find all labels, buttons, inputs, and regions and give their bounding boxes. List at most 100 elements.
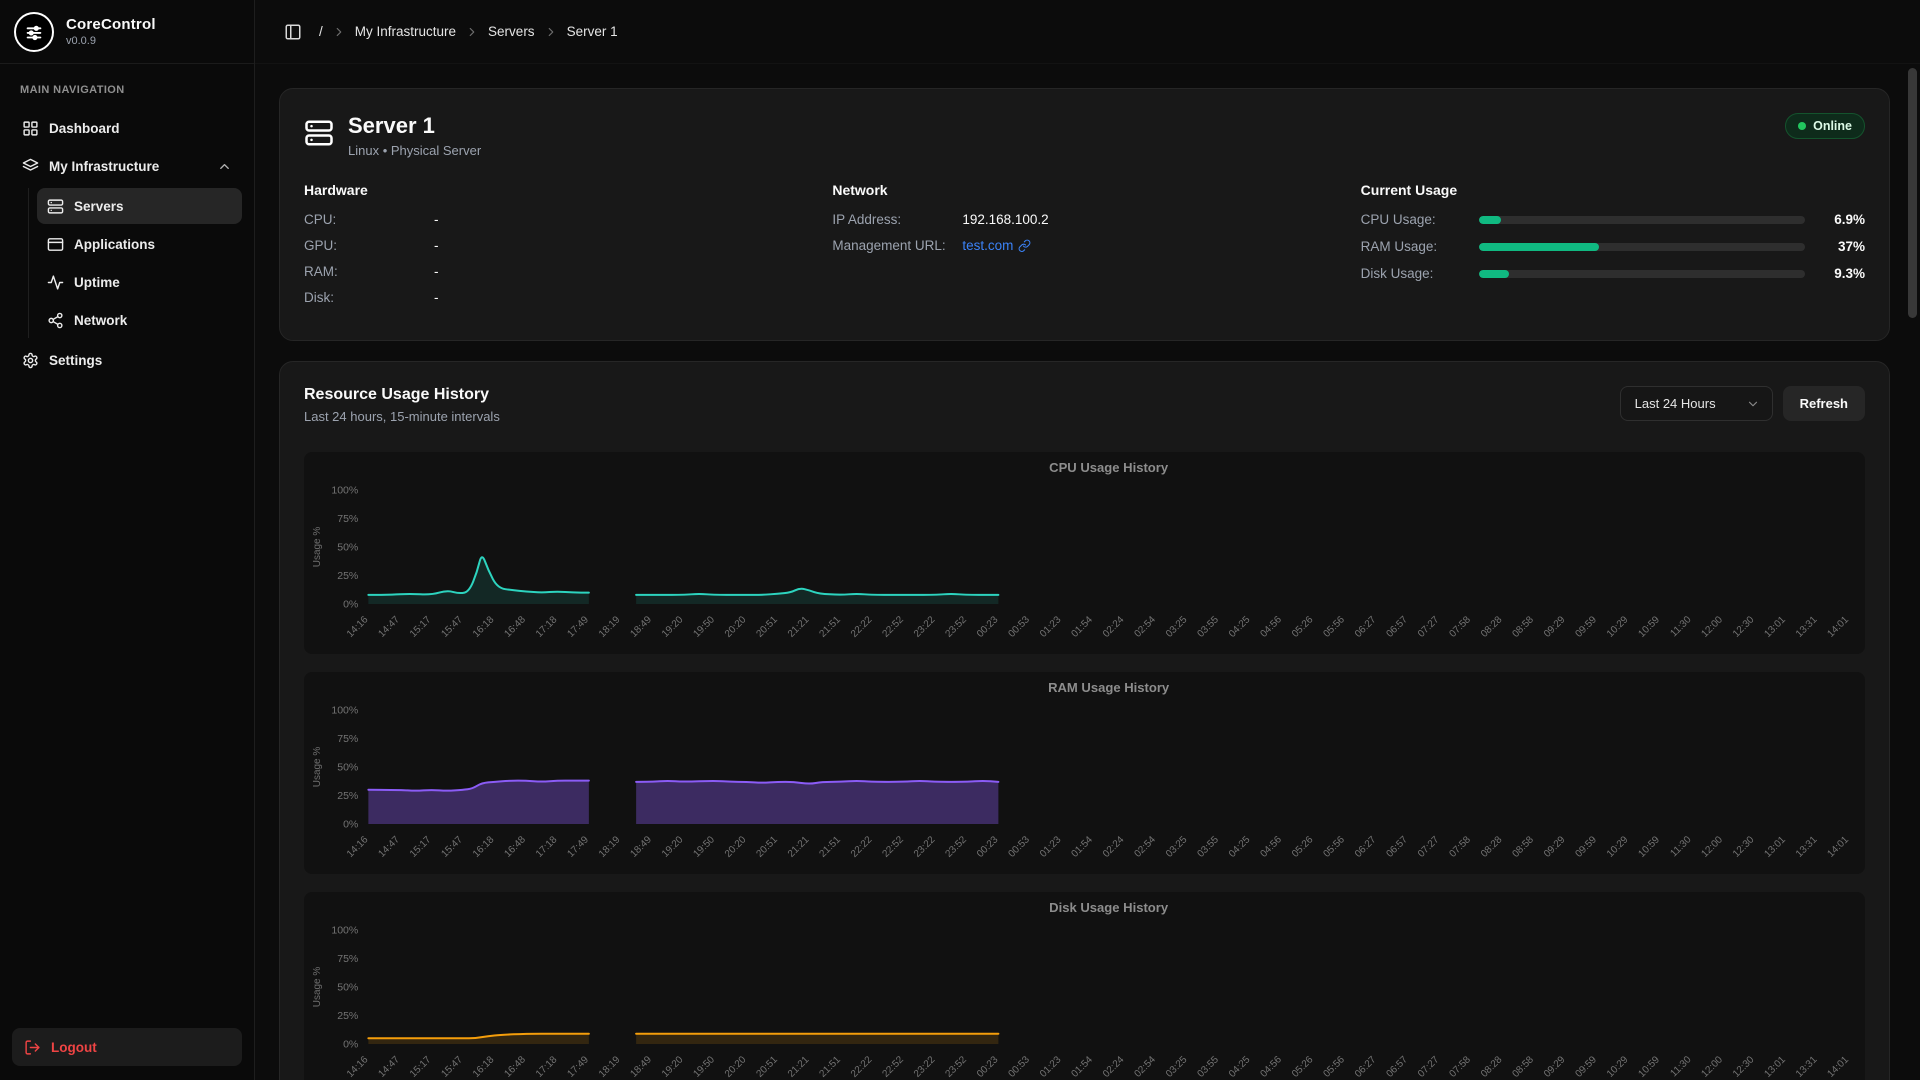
app-name: CoreControl (66, 16, 156, 33)
server-info-grid: Hardware CPU: - GPU: - RAM: - (304, 182, 1865, 316)
scrollbar-thumb[interactable] (1908, 68, 1917, 318)
main-area: / My Infrastructure Servers Server 1 (255, 0, 1920, 1080)
svg-text:16:48: 16:48 (502, 1054, 528, 1080)
sidebar-item-servers[interactable]: Servers (37, 188, 242, 224)
status-label: Online (1813, 119, 1852, 133)
svg-text:10:59: 10:59 (1636, 1054, 1662, 1080)
history-title-block: Resource Usage History Last 24 hours, 15… (304, 386, 500, 424)
svg-text:15:47: 15:47 (439, 614, 465, 640)
svg-text:00:23: 00:23 (975, 1054, 1001, 1080)
svg-text:18:19: 18:19 (597, 614, 623, 640)
sidebar-item-settings[interactable]: Settings (12, 342, 242, 378)
usage-value: 9.3% (1805, 266, 1865, 281)
svg-text:13:31: 13:31 (1794, 614, 1820, 640)
svg-text:12:30: 12:30 (1731, 834, 1757, 860)
disk-usage-chart: Disk Usage HistoryUsage %0%25%50%75%100%… (304, 892, 1865, 1080)
svg-text:23:52: 23:52 (943, 1054, 969, 1080)
svg-text:05:26: 05:26 (1290, 834, 1316, 860)
svg-text:15:17: 15:17 (408, 614, 434, 640)
breadcrumb-current-page: Server 1 (567, 24, 618, 39)
svg-text:02:24: 02:24 (1101, 1054, 1127, 1080)
sidebar-item-network[interactable]: Network (37, 302, 242, 338)
sidebar-item-dashboard[interactable]: Dashboard (12, 110, 242, 146)
time-range-select[interactable]: Last 24 Hours (1620, 386, 1773, 421)
svg-text:08:28: 08:28 (1479, 614, 1505, 640)
breadcrumb-item-my-infrastructure[interactable]: My Infrastructure (355, 24, 456, 39)
svg-text:20:20: 20:20 (723, 614, 749, 640)
breadcrumb-root[interactable]: / (319, 24, 323, 39)
sidebar-toggle-button[interactable] (277, 16, 309, 48)
server-icon (47, 198, 64, 215)
cpu-usage-chart: CPU Usage HistoryUsage %0%25%50%75%100%1… (304, 452, 1865, 654)
svg-text:02:24: 02:24 (1101, 614, 1127, 640)
svg-text:18:49: 18:49 (628, 1054, 654, 1080)
svg-text:75%: 75% (337, 733, 358, 745)
svg-text:02:54: 02:54 (1132, 614, 1158, 640)
svg-text:100%: 100% (331, 705, 358, 717)
svg-text:00:53: 00:53 (1006, 614, 1032, 640)
app-logo (14, 12, 54, 52)
refresh-button[interactable]: Refresh (1783, 386, 1865, 421)
sidebar-item-uptime[interactable]: Uptime (37, 264, 242, 300)
svg-text:14:47: 14:47 (376, 614, 402, 640)
svg-text:12:00: 12:00 (1699, 614, 1725, 640)
svg-text:01:54: 01:54 (1069, 614, 1095, 640)
history-header: Resource Usage History Last 24 hours, 15… (304, 386, 1865, 424)
online-dot-icon (1798, 122, 1806, 130)
svg-text:18:19: 18:19 (597, 834, 623, 860)
sidebar-item-label: Uptime (74, 275, 120, 290)
svg-text:04:25: 04:25 (1227, 1054, 1253, 1080)
sidebar-item-my-infrastructure[interactable]: My Infrastructure (12, 148, 242, 184)
svg-text:19:20: 19:20 (660, 834, 686, 860)
usage-row-cpu: CPU Usage: 6.9% (1361, 212, 1865, 227)
management-url-link[interactable]: test.com (962, 238, 1031, 253)
svg-text:06:57: 06:57 (1384, 834, 1410, 860)
svg-text:20:20: 20:20 (723, 834, 749, 860)
layers-icon (22, 158, 39, 175)
svg-text:19:50: 19:50 (691, 834, 717, 860)
sidebar-item-label: Servers (74, 199, 124, 214)
infrastructure-submenu: Servers Applications Uptime (28, 188, 242, 338)
breadcrumb-item-servers[interactable]: Servers (488, 24, 535, 39)
svg-text:22:22: 22:22 (849, 614, 875, 640)
svg-text:12:00: 12:00 (1699, 1054, 1725, 1080)
sidebar-item-label: Settings (49, 353, 102, 368)
breadcrumb: / My Infrastructure Servers Server 1 (319, 24, 618, 39)
info-value: - (434, 290, 439, 305)
svg-text:06:27: 06:27 (1353, 614, 1379, 640)
svg-text:19:50: 19:50 (691, 614, 717, 640)
svg-text:20:51: 20:51 (754, 834, 780, 860)
chevron-down-icon (1746, 397, 1760, 411)
svg-text:13:31: 13:31 (1794, 1054, 1820, 1080)
usage-value: 37% (1805, 239, 1865, 254)
server-overview-card: Server 1 Linux • Physical Server Online … (279, 88, 1890, 341)
svg-text:10:29: 10:29 (1605, 834, 1631, 860)
svg-text:75%: 75% (337, 953, 358, 965)
svg-text:08:28: 08:28 (1479, 834, 1505, 860)
info-row-ram: RAM: - (304, 264, 808, 279)
svg-text:RAM Usage History: RAM Usage History (1048, 680, 1170, 695)
svg-text:Disk Usage History: Disk Usage History (1049, 900, 1169, 915)
logout-icon (24, 1039, 41, 1056)
svg-text:08:28: 08:28 (1479, 1054, 1505, 1080)
svg-text:Usage %: Usage % (312, 527, 323, 568)
svg-text:23:22: 23:22 (912, 834, 938, 860)
svg-text:16:18: 16:18 (471, 1054, 497, 1080)
svg-text:14:16: 14:16 (345, 1054, 371, 1080)
svg-text:06:27: 06:27 (1353, 1054, 1379, 1080)
svg-text:23:22: 23:22 (912, 1054, 938, 1080)
svg-text:09:29: 09:29 (1542, 834, 1568, 860)
svg-text:18:19: 18:19 (597, 1054, 623, 1080)
logout-button[interactable]: Logout (12, 1028, 242, 1066)
svg-text:03:55: 03:55 (1195, 614, 1221, 640)
svg-text:02:54: 02:54 (1132, 1054, 1158, 1080)
server-subtitle: Linux • Physical Server (348, 143, 481, 158)
disk-progress-fill (1479, 270, 1509, 278)
info-label: Management URL: (832, 238, 962, 253)
svg-text:14:16: 14:16 (345, 614, 371, 640)
sidebar-item-applications[interactable]: Applications (37, 226, 242, 262)
sidebar-footer: Logout (0, 1014, 254, 1080)
svg-text:06:57: 06:57 (1384, 1054, 1410, 1080)
svg-text:13:01: 13:01 (1762, 834, 1788, 860)
svg-text:21:51: 21:51 (817, 614, 843, 640)
